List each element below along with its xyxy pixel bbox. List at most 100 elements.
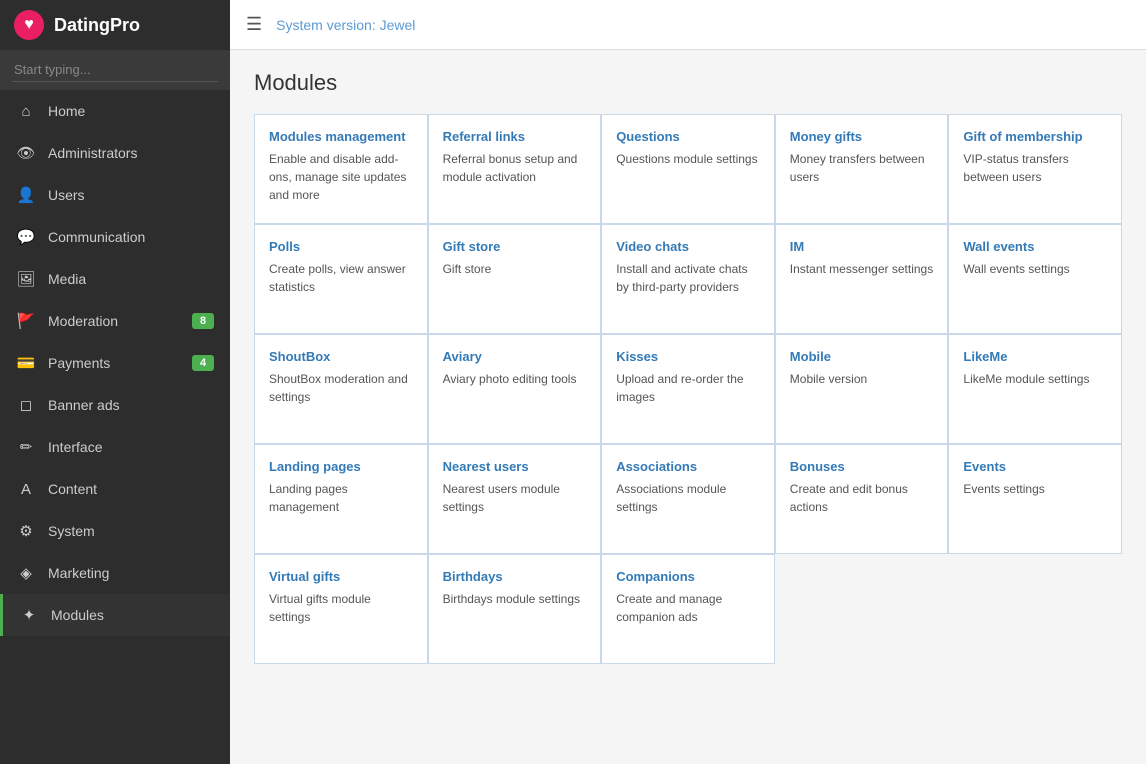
module-desc-polls: Create polls, view answer statistics — [269, 260, 413, 296]
module-title-shoutbox: ShoutBox — [269, 349, 413, 364]
module-card-money-gifts[interactable]: Money gifts Money transfers between user… — [775, 114, 949, 224]
module-card-gift-of-membership[interactable]: Gift of membership VIP-status transfers … — [948, 114, 1122, 224]
module-card-im[interactable]: IM Instant messenger settings — [775, 224, 949, 334]
module-title-nearest-users: Nearest users — [443, 459, 587, 474]
module-title-polls: Polls — [269, 239, 413, 254]
content-area: Modules Modules management Enable and di… — [230, 50, 1146, 764]
sidebar-label-modules: Modules — [51, 607, 214, 623]
sidebar-item-banner-ads[interactable]: ◻ Banner ads — [0, 384, 230, 426]
module-card-mobile[interactable]: Mobile Mobile version — [775, 334, 949, 444]
sidebar-label-marketing: Marketing — [48, 565, 214, 581]
sidebar-item-media[interactable]: 🖼 Media — [0, 258, 230, 300]
module-card-referral-links[interactable]: Referral links Referral bonus setup and … — [428, 114, 602, 224]
module-card-gift-store[interactable]: Gift store Gift store — [428, 224, 602, 334]
sidebar-header: ♥ DatingPro — [0, 0, 230, 50]
module-desc-companions: Create and manage companion ads — [616, 590, 760, 626]
sidebar-label-content: Content — [48, 481, 214, 497]
sidebar-label-communication: Communication — [48, 229, 214, 245]
module-desc-virtual-gifts: Virtual gifts module settings — [269, 590, 413, 626]
sidebar-item-communication[interactable]: 💬 Communication — [0, 216, 230, 258]
module-card-aviary[interactable]: Aviary Aviary photo editing tools — [428, 334, 602, 444]
module-title-questions: Questions — [616, 129, 760, 144]
module-card-associations[interactable]: Associations Associations module setting… — [601, 444, 775, 554]
module-card-video-chats[interactable]: Video chats Install and activate chats b… — [601, 224, 775, 334]
moderation-icon: 🚩 — [16, 311, 36, 331]
media-icon: 🖼 — [16, 269, 36, 289]
sidebar-item-interface[interactable]: ✏ Interface — [0, 426, 230, 468]
home-icon: ⌂ — [16, 101, 36, 121]
sidebar-item-payments[interactable]: 💳 Payments 4 — [0, 342, 230, 384]
module-title-virtual-gifts: Virtual gifts — [269, 569, 413, 584]
module-title-likeme: LikeMe — [963, 349, 1107, 364]
module-title-im: IM — [790, 239, 934, 254]
page-title: Modules — [254, 70, 1122, 96]
module-desc-video-chats: Install and activate chats by third-part… — [616, 260, 760, 296]
module-desc-wall-events: Wall events settings — [963, 260, 1107, 278]
sidebar-item-system[interactable]: ⚙ System — [0, 510, 230, 552]
module-desc-bonuses: Create and edit bonus actions — [790, 480, 934, 516]
sidebar-item-marketing[interactable]: ◈ Marketing — [0, 552, 230, 594]
sidebar-item-modules[interactable]: ✦ Modules — [0, 594, 230, 636]
module-title-associations: Associations — [616, 459, 760, 474]
badge-moderation: 8 — [192, 313, 214, 329]
module-card-companions[interactable]: Companions Create and manage companion a… — [601, 554, 775, 664]
sidebar: ♥ DatingPro ⌂ Home 👁 Administrators 👤 Us… — [0, 0, 230, 764]
sidebar-label-administrators: Administrators — [48, 145, 214, 161]
module-title-gift-of-membership: Gift of membership — [963, 129, 1107, 144]
module-title-modules-management: Modules management — [269, 129, 413, 144]
module-desc-birthdays: Birthdays module settings — [443, 590, 587, 608]
module-desc-modules-management: Enable and disable add-ons, manage site … — [269, 150, 413, 204]
sidebar-item-moderation[interactable]: 🚩 Moderation 8 — [0, 300, 230, 342]
module-desc-mobile: Mobile version — [790, 370, 934, 388]
module-card-polls[interactable]: Polls Create polls, view answer statisti… — [254, 224, 428, 334]
sidebar-search-input[interactable] — [12, 58, 218, 82]
system-icon: ⚙ — [16, 521, 36, 541]
module-card-birthdays[interactable]: Birthdays Birthdays module settings — [428, 554, 602, 664]
module-desc-questions: Questions module settings — [616, 150, 760, 168]
module-card-events[interactable]: Events Events settings — [948, 444, 1122, 554]
module-title-landing-pages: Landing pages — [269, 459, 413, 474]
app-title: DatingPro — [54, 15, 140, 36]
module-card-kisses[interactable]: Kisses Upload and re-order the images — [601, 334, 775, 444]
system-version: System version: Jewel — [276, 17, 415, 33]
menu-icon[interactable]: ☰ — [246, 14, 262, 35]
marketing-icon: ◈ — [16, 563, 36, 583]
module-title-companions: Companions — [616, 569, 760, 584]
module-card-landing-pages[interactable]: Landing pages Landing pages management — [254, 444, 428, 554]
modules-icon: ✦ — [19, 605, 39, 625]
module-card-modules-management[interactable]: Modules management Enable and disable ad… — [254, 114, 428, 224]
module-title-mobile: Mobile — [790, 349, 934, 364]
module-desc-aviary: Aviary photo editing tools — [443, 370, 587, 388]
sidebar-item-home[interactable]: ⌂ Home — [0, 90, 230, 132]
module-desc-associations: Associations module settings — [616, 480, 760, 516]
module-card-likeme[interactable]: LikeMe LikeMe module settings — [948, 334, 1122, 444]
content-icon: A — [16, 479, 36, 499]
module-desc-nearest-users: Nearest users module settings — [443, 480, 587, 516]
module-card-nearest-users[interactable]: Nearest users Nearest users module setti… — [428, 444, 602, 554]
sidebar-item-administrators[interactable]: 👁 Administrators — [0, 132, 230, 174]
banner-ads-icon: ◻ — [16, 395, 36, 415]
sidebar-item-content[interactable]: A Content — [0, 468, 230, 510]
interface-icon: ✏ — [16, 437, 36, 457]
module-title-referral-links: Referral links — [443, 129, 587, 144]
module-desc-money-gifts: Money transfers between users — [790, 150, 934, 186]
module-title-wall-events: Wall events — [963, 239, 1107, 254]
module-desc-likeme: LikeMe module settings — [963, 370, 1107, 388]
module-card-virtual-gifts[interactable]: Virtual gifts Virtual gifts module setti… — [254, 554, 428, 664]
sidebar-item-users[interactable]: 👤 Users — [0, 174, 230, 216]
module-title-bonuses: Bonuses — [790, 459, 934, 474]
sidebar-label-interface: Interface — [48, 439, 214, 455]
sidebar-label-home: Home — [48, 103, 214, 119]
module-desc-gift-of-membership: VIP-status transfers between users — [963, 150, 1107, 186]
module-card-shoutbox[interactable]: ShoutBox ShoutBox moderation and setting… — [254, 334, 428, 444]
module-card-bonuses[interactable]: Bonuses Create and edit bonus actions — [775, 444, 949, 554]
nav-items: ⌂ Home 👁 Administrators 👤 Users 💬 Commun… — [0, 90, 230, 636]
module-desc-im: Instant messenger settings — [790, 260, 934, 278]
module-title-birthdays: Birthdays — [443, 569, 587, 584]
sidebar-label-moderation: Moderation — [48, 313, 192, 329]
administrators-icon: 👁 — [16, 143, 36, 163]
modules-grid: Modules management Enable and disable ad… — [254, 114, 1122, 664]
module-card-wall-events[interactable]: Wall events Wall events settings — [948, 224, 1122, 334]
sidebar-label-media: Media — [48, 271, 214, 287]
module-card-questions[interactable]: Questions Questions module settings — [601, 114, 775, 224]
